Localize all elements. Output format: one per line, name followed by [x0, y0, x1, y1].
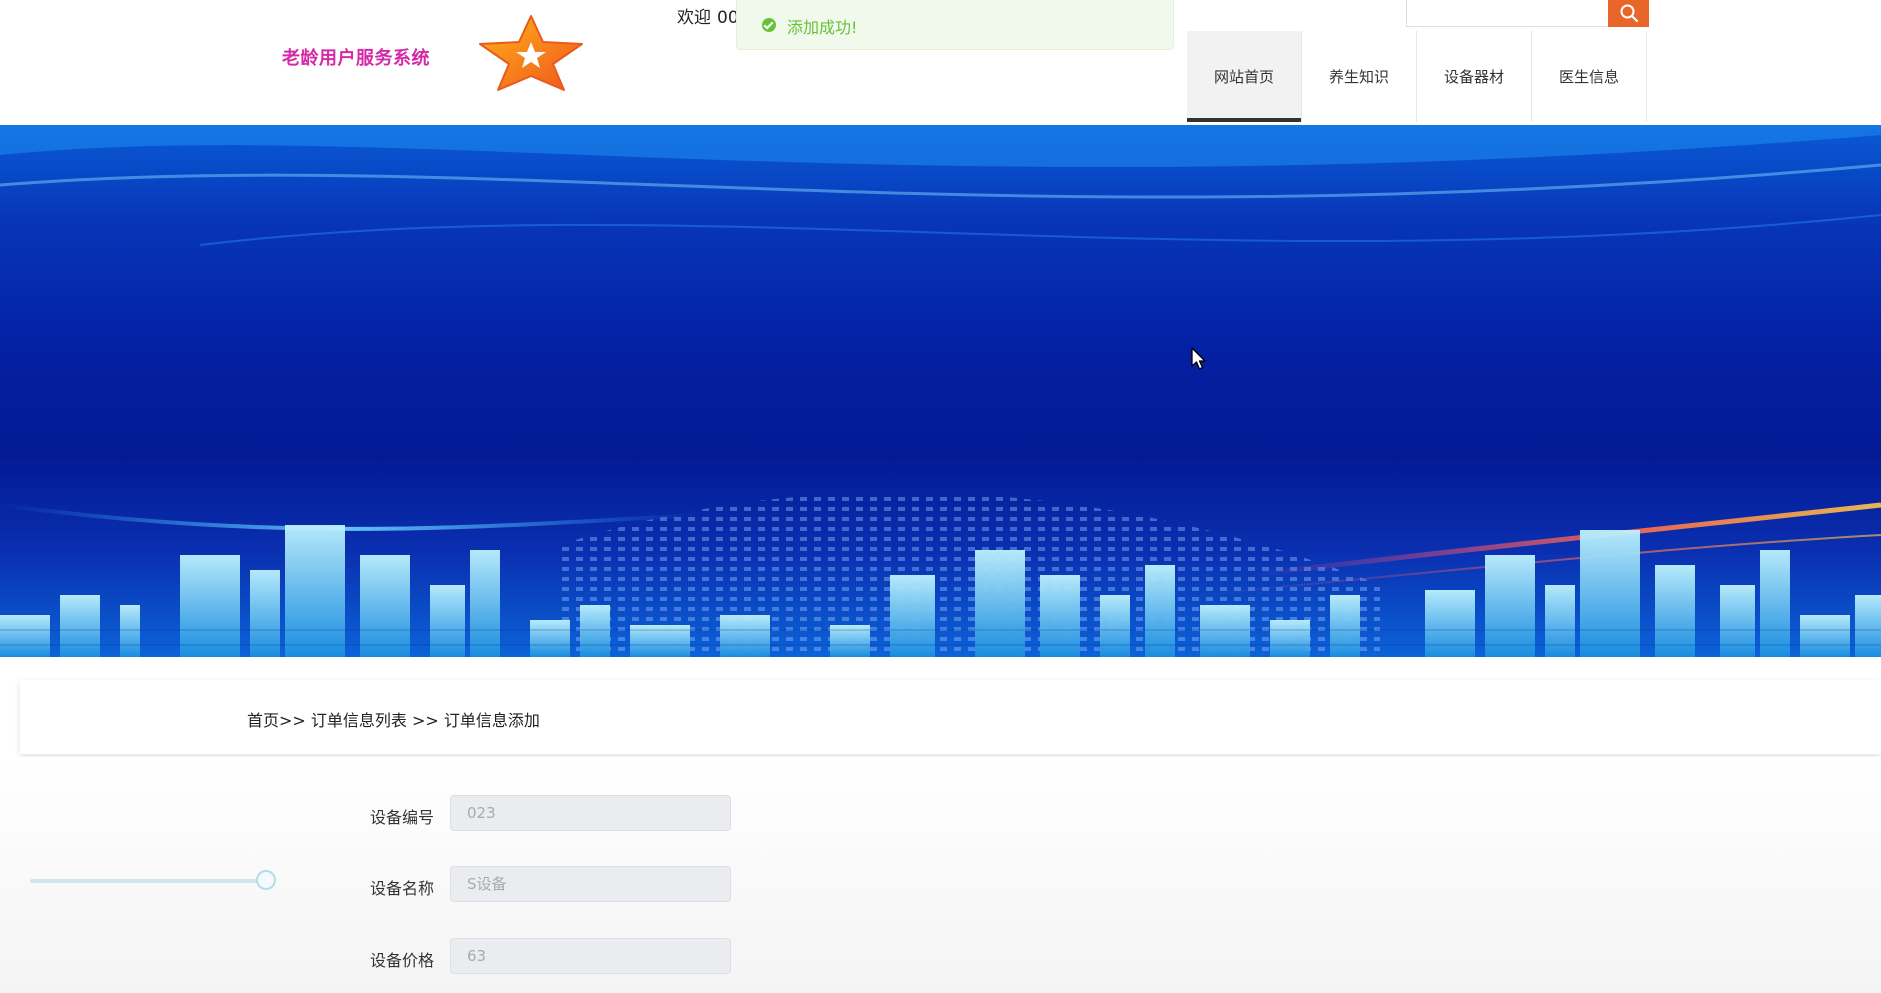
nav-item-label: 养生知识 [1328, 68, 1389, 86]
nav-item-doctor-info[interactable]: 医生信息 [1532, 31, 1647, 122]
nav-item-health-knowledge[interactable]: 养生知识 [1302, 31, 1417, 122]
overlay-slider-track[interactable] [30, 879, 266, 883]
search-button[interactable] [1608, 0, 1649, 27]
nav-item-label: 设备器材 [1443, 68, 1504, 86]
success-check-icon [762, 18, 776, 32]
nav-item-home[interactable]: 网站首页 [1187, 31, 1302, 122]
city-skyline-illustration [0, 125, 1881, 657]
mouse-cursor-icon [1191, 347, 1206, 370]
nav-item-label: 网站首页 [1213, 68, 1274, 86]
device-price-input[interactable]: 63 [450, 938, 731, 974]
search-icon [1620, 4, 1639, 23]
device-price-label: 设备价格 [370, 951, 435, 970]
hero-banner [0, 125, 1881, 657]
order-add-form: 设备编号 023 设备名称 S设备 设备价格 63 [0, 757, 1881, 993]
device-code-label: 设备编号 [370, 808, 435, 827]
device-name-label: 设备名称 [370, 879, 435, 898]
breadcrumb-bar: 首页>> 订单信息列表 >> 订单信息添加 [20, 680, 1881, 754]
toast-message: 添加成功! [787, 18, 858, 37]
welcome-label: 欢迎 [677, 8, 711, 28]
breadcrumb[interactable]: 首页>> 订单信息列表 >> 订单信息添加 [247, 707, 540, 731]
device-code-input[interactable]: 023 [450, 795, 731, 831]
nav-item-equipment[interactable]: 设备器材 [1417, 31, 1532, 122]
site-brand-title[interactable]: 老龄用户服务系统 [282, 44, 430, 70]
star-logo-icon [479, 15, 583, 91]
main-nav: 网站首页 养生知识 设备器材 医生信息 [1187, 31, 1647, 122]
nav-item-label: 医生信息 [1558, 68, 1619, 86]
welcome-text: 欢迎 00 [677, 3, 739, 28]
device-name-input[interactable]: S设备 [450, 866, 731, 902]
success-toast: 添加成功! [736, 0, 1174, 50]
overlay-slider-knob[interactable] [256, 870, 276, 890]
search-input[interactable] [1406, 0, 1609, 27]
